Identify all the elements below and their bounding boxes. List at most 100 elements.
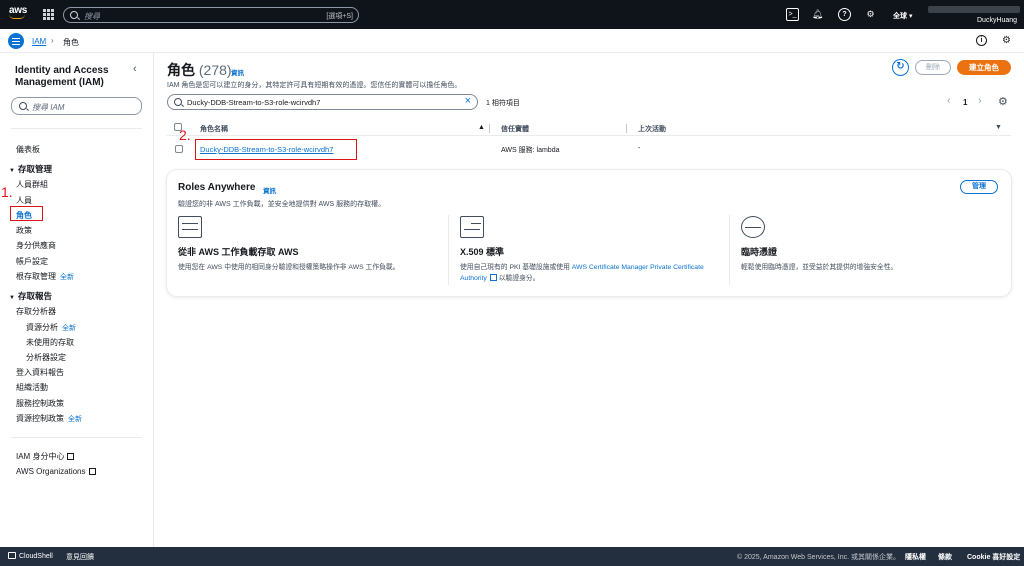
annotation-step-1: 1.	[1, 184, 13, 200]
bell-icon[interactable]: 🔔︎	[811, 8, 824, 21]
menu-toggle-button[interactable]	[8, 33, 24, 49]
column-trusted-entities[interactable]: 信任實體	[501, 124, 529, 134]
sidebar-item-account-settings[interactable]: 帳戶設定	[16, 256, 48, 267]
sidebar-item-label: 根存取管理	[16, 272, 56, 281]
feature-heading: 臨時憑證	[741, 247, 778, 257]
sidebar-item-users[interactable]: 人員	[16, 195, 32, 206]
sidebar-item-label: IAM 身分中心	[16, 452, 65, 461]
column-role-name[interactable]: 角色名稱	[200, 124, 228, 134]
caret-down-icon: ▼	[9, 295, 15, 301]
info-icon[interactable]: i	[976, 35, 987, 46]
feature-text: 使用您在 AWS 中使用的相同身分驗證和授權策略操作非 AWS 工作負載。	[178, 264, 400, 271]
sidebar-item-policies[interactable]: 政策	[16, 225, 32, 236]
sidebar-item-identity-providers[interactable]: 身分供應商	[16, 240, 56, 251]
chevron-right-icon[interactable]: ›	[978, 95, 982, 107]
divider	[11, 437, 142, 438]
sidebar-item-unused-access[interactable]: 未使用的存取	[26, 337, 74, 348]
footer-label: CloudShell	[19, 553, 53, 560]
sidebar-item-access-analyzer[interactable]: 存取分析器	[16, 306, 56, 317]
help-icon[interactable]: ?	[838, 8, 851, 21]
page-number[interactable]: 1	[963, 98, 967, 107]
username-menu[interactable]: DuckyHuang	[977, 17, 1017, 24]
sidebar-item-resource-analysis[interactable]: 資源分析 全新	[26, 322, 76, 333]
close-sidebar-icon[interactable]: ‹	[133, 63, 137, 75]
sidebar-item-org-activity[interactable]: 組織活動	[16, 382, 48, 393]
sidebar-item-label: 資源控制政策	[16, 414, 64, 423]
row-checkbox[interactable]	[175, 145, 183, 153]
gear-icon[interactable]: ⚙	[1001, 35, 1012, 46]
feature-text: 輕鬆使用臨時憑證，並受益於其提供的增強安全性。	[741, 264, 898, 271]
caret-down-icon: ▼	[9, 168, 15, 174]
terms-link[interactable]: 條款	[938, 552, 952, 562]
chevron-left-icon[interactable]: ‹	[947, 95, 951, 107]
sidebar: Identity and Access Management (IAM) ‹ 搜…	[0, 53, 154, 547]
column-divider	[448, 215, 449, 285]
new-badge: 全新	[60, 274, 74, 281]
aws-logo-text: aws	[9, 5, 28, 16]
column-divider	[626, 124, 627, 133]
sidebar-item-label: 資源分析	[26, 323, 58, 332]
sidebar-title[interactable]: Identity and Access Management (IAM)	[15, 65, 125, 89]
gear-icon[interactable]: ⚙	[864, 8, 877, 21]
breadcrumb-iam-link[interactable]: IAM	[32, 37, 46, 46]
search-shortcut: [選項+S]	[326, 13, 353, 20]
key-icon	[741, 216, 765, 238]
top-navigation: aws 搜尋 [選項+S] >_ 🔔︎ ? ⚙ 全球 ▾ DuckyHuang	[0, 0, 1024, 29]
footer: CloudShell 意見回饋 © 2025, Amazon Web Servi…	[0, 547, 1024, 566]
filter-value: Ducky-DDB-Stream-to-S3-role-wcirvdh7	[187, 98, 321, 107]
new-badge: 全新	[68, 416, 82, 423]
feature-heading: X.509 標準	[460, 247, 505, 257]
sidebar-search-placeholder: 搜尋 IAM	[32, 103, 65, 112]
region-selector[interactable]: 全球 ▾	[893, 11, 912, 21]
divider	[11, 128, 142, 129]
sidebar-link-organizations[interactable]: AWS Organizations	[16, 467, 96, 476]
feature-text-part: 以驗證身分。	[496, 275, 540, 282]
delete-button[interactable]: 刪除	[915, 60, 951, 75]
external-link-icon	[88, 468, 96, 475]
sidebar-item-credential-report[interactable]: 登入資料報告	[16, 367, 64, 378]
services-grid-icon[interactable]	[43, 9, 54, 20]
new-badge: 全新	[62, 325, 76, 332]
clear-filter-icon[interactable]: ×	[465, 95, 471, 107]
sidebar-search-input[interactable]: 搜尋 IAM	[11, 97, 142, 115]
annotation-step-2: 2.	[179, 127, 191, 143]
sidebar-item-analyzer-settings[interactable]: 分析器設定	[26, 352, 66, 363]
copyright: © 2025, Amazon Web Services, Inc. 或其關係企業…	[737, 554, 900, 561]
info-link[interactable]: 資訊	[263, 185, 276, 195]
cloudshell-icon[interactable]: >_	[786, 8, 799, 21]
column-last-activity[interactable]: 上次活動	[638, 124, 666, 134]
sidebar-item-root-access[interactable]: 根存取管理 全新	[16, 271, 74, 282]
role-count: (278)	[198, 62, 232, 78]
info-link[interactable]: 資訊	[231, 67, 244, 77]
roles-anywhere-title: Roles Anywhere	[178, 182, 256, 193]
global-search-input[interactable]: 搜尋 [選項+S]	[63, 7, 359, 23]
refresh-button[interactable]: ↻	[892, 59, 909, 76]
section-access-reports[interactable]: ▼ 存取報告	[9, 290, 52, 302]
breadcrumb-bar: IAM › 角色 i ⚙	[0, 29, 1024, 53]
highlight-box-roles	[10, 206, 43, 221]
feature-heading: 從非 AWS 工作負載存取 AWS	[178, 247, 299, 257]
feature-text-part: 使用自己現有的 PKI 基礎設施或使用	[460, 264, 572, 271]
aws-logo[interactable]: aws	[9, 6, 27, 19]
cloudshell-link[interactable]: CloudShell	[8, 552, 53, 560]
sidebar-link-identity-center[interactable]: IAM 身分中心	[16, 451, 75, 462]
sidebar-item-scp[interactable]: 服務控制政策	[16, 398, 64, 409]
section-access-management[interactable]: ▼ 存取管理	[9, 163, 52, 175]
create-role-button[interactable]: 建立角色	[957, 60, 1011, 75]
role-filter-input[interactable]: Ducky-DDB-Stream-to-S3-role-wcirvdh7 ×	[167, 94, 478, 110]
certificate-icon	[460, 216, 484, 238]
chevron-right-icon: ›	[51, 36, 54, 45]
external-link-icon	[67, 453, 75, 460]
manage-button[interactable]: 管理	[960, 180, 998, 194]
gear-icon[interactable]: ⚙	[998, 95, 1008, 108]
sidebar-item-user-groups[interactable]: 人員群組	[16, 179, 48, 190]
cookie-preferences-link[interactable]: Cookie 喜好設定	[967, 552, 1020, 562]
feature-text: 使用自己現有的 PKI 基礎設施或使用 AWS Certificate Mana…	[460, 262, 710, 284]
roles-anywhere-description: 驗證您的非 AWS 工作負載，並安全地提供對 AWS 服務的存取權。	[178, 201, 386, 208]
sort-ascending-icon[interactable]: ▲	[478, 124, 485, 131]
sidebar-item-dashboard[interactable]: 儀表板	[16, 144, 40, 155]
privacy-link[interactable]: 隱私權	[905, 552, 926, 562]
feedback-link[interactable]: 意見回饋	[66, 552, 94, 562]
sidebar-item-rcp[interactable]: 資源控制政策 全新	[16, 413, 82, 424]
sort-descending-icon[interactable]: ▼	[995, 124, 1002, 131]
